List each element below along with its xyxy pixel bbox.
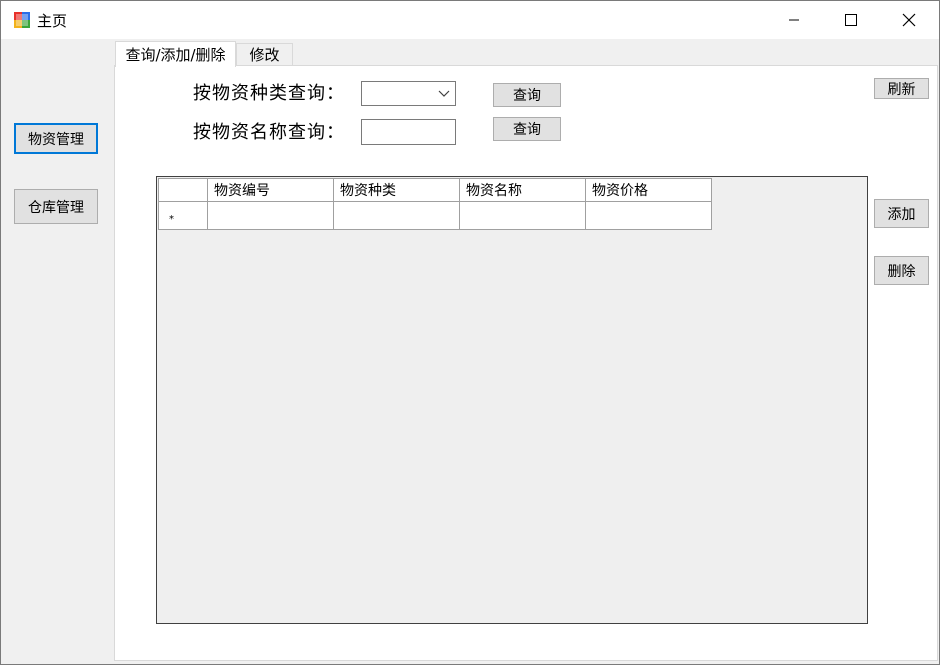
- column-header-material-name[interactable]: 物资名称: [459, 178, 586, 202]
- tab-modify[interactable]: 修改: [236, 43, 293, 65]
- column-header-material-type[interactable]: 物资种类: [333, 178, 460, 202]
- row-header-corner[interactable]: [158, 178, 208, 202]
- app-icon: [14, 12, 30, 28]
- table-cell[interactable]: [585, 201, 712, 230]
- table-cell[interactable]: [207, 201, 334, 230]
- table-cell[interactable]: [333, 201, 460, 230]
- close-icon: [902, 13, 916, 27]
- window-title: 主页: [37, 12, 68, 30]
- tab-query-add-delete[interactable]: 查询/添加/删除: [115, 41, 236, 67]
- grid-header-row: 物资编号 物资种类 物资名称 物资价格: [158, 178, 712, 202]
- maximize-icon: [845, 14, 857, 26]
- sidebar-item-material-management[interactable]: 物资管理: [14, 123, 98, 154]
- minimize-icon: [789, 19, 799, 21]
- material-name-input[interactable]: [361, 119, 456, 145]
- refresh-button[interactable]: 刷新: [874, 78, 929, 99]
- main-window: 主页 物资管理 仓库管理 查询/添加/删除 修改 按物资种类查询： 按物资名称查…: [0, 0, 940, 665]
- materials-data-grid[interactable]: 物资编号 物资种类 物资名称 物资价格 *: [156, 176, 868, 624]
- delete-button[interactable]: 删除: [874, 256, 929, 285]
- search-by-name-button[interactable]: 查询: [493, 117, 561, 141]
- minimize-button[interactable]: [765, 1, 823, 39]
- material-type-combobox[interactable]: [361, 81, 456, 106]
- bottom-edge: [131, 661, 531, 664]
- new-row-header[interactable]: *: [158, 201, 208, 230]
- close-button[interactable]: [880, 1, 938, 39]
- table-cell[interactable]: [459, 201, 586, 230]
- grid-table: 物资编号 物资种类 物资名称 物资价格 *: [158, 178, 712, 230]
- sidebar-item-warehouse-management[interactable]: 仓库管理: [14, 189, 98, 224]
- chevron-down-icon: [438, 90, 450, 97]
- column-header-material-id[interactable]: 物资编号: [207, 178, 334, 202]
- column-header-material-price[interactable]: 物资价格: [585, 178, 712, 202]
- maximize-button[interactable]: [822, 1, 880, 39]
- query-by-type-label: 按物资种类查询：: [193, 83, 345, 104]
- title-bar[interactable]: 主页: [1, 1, 939, 39]
- add-button[interactable]: 添加: [874, 199, 929, 228]
- query-by-name-label: 按物资名称查询：: [193, 122, 345, 143]
- grid-new-row[interactable]: *: [158, 201, 712, 230]
- search-by-type-button[interactable]: 查询: [493, 83, 561, 107]
- new-row-marker: *: [169, 213, 174, 225]
